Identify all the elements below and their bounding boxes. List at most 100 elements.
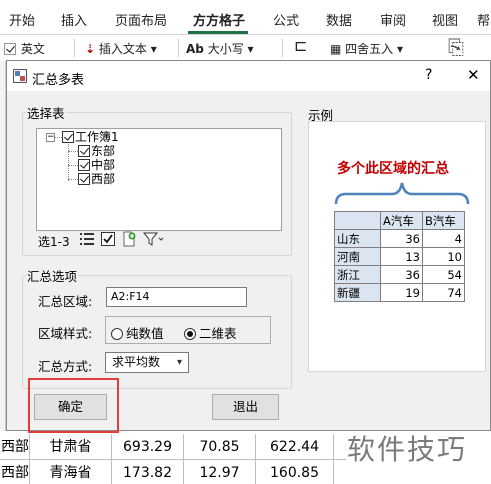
tab-home[interactable]: 开始 — [9, 10, 35, 29]
english-button[interactable]: 英文 — [4, 40, 45, 57]
exit-button[interactable]: 退出 — [212, 394, 279, 420]
cell-value[interactable]: 12.97 — [184, 460, 256, 484]
checkbox-checked-icon[interactable] — [78, 145, 90, 157]
table-row: 西部 甘肃省 693.29 70.85 622.44 — [0, 434, 346, 460]
cell-province[interactable]: 甘肃省 — [30, 434, 112, 460]
summary-dialog: 汇总多表 ? ✕ 选择表 − 工作簿1 东部 中部 西部 选1-3 汇总选项 汇… — [6, 60, 491, 433]
cell-value: 36 — [380, 229, 423, 248]
tab-data[interactable]: 数据 — [326, 10, 352, 29]
example-table: A汽车 B汽车 山东 36 4 河南 13 10 浙江 36 54 新疆 19 — [334, 211, 465, 302]
cell-value[interactable]: 622.44 — [256, 434, 334, 460]
radio-plain-values[interactable]: 纯数值 — [111, 323, 164, 342]
grid-icon: ▦ — [330, 42, 342, 56]
tree-connector — [68, 144, 69, 181]
tree-item-workbook[interactable]: 工作簿1 — [62, 130, 119, 144]
cell-value: 4 — [422, 229, 465, 248]
tab-view[interactable]: 视图 — [432, 10, 458, 29]
cell-value: 10 — [422, 247, 465, 266]
tab-formulas[interactable]: 公式 — [273, 10, 299, 29]
curly-brace-icon — [334, 182, 470, 205]
tree-item-sheet[interactable]: 东部 — [78, 144, 115, 158]
select-table-label: 选择表 — [26, 103, 66, 122]
paste-icon[interactable]: ⎘ — [448, 35, 464, 59]
options-label: 汇总选项 — [26, 266, 79, 285]
toolbar-separator — [282, 39, 283, 57]
example-panel: 多个此区域的汇总 A汽车 B汽车 山东 36 4 河南 13 10 浙江 36 — [308, 121, 486, 372]
chevron-down-icon: ▾ — [176, 357, 182, 368]
cell-region[interactable]: 西部 — [0, 434, 30, 460]
list-icon[interactable] — [79, 231, 95, 247]
header-cell: A汽车 — [380, 211, 423, 230]
checkbox-checked-icon[interactable] — [78, 173, 90, 185]
tab-page-layout[interactable]: 页面布局 — [115, 10, 167, 29]
sheet-visible-rows: 西部 甘肃省 693.29 70.85 622.44 西部 青海省 173.82… — [0, 431, 346, 484]
ok-button-highlight — [28, 378, 119, 433]
insert-text-icon: ⇣ — [85, 42, 96, 56]
row-label: 新疆 — [334, 283, 381, 302]
radio-off-icon — [111, 328, 123, 340]
radio-on-icon — [184, 328, 196, 340]
case-button[interactable]: Ab 大小写 ▾ — [186, 40, 254, 57]
cell-value: 13 — [380, 247, 423, 266]
method-label: 汇总方式: — [38, 359, 93, 374]
tree-item-sheet[interactable]: 西部 — [78, 172, 115, 186]
tab-help[interactable]: 帮 — [477, 10, 490, 29]
range-input[interactable]: A2:F14 — [106, 287, 247, 307]
cell-value: 54 — [422, 265, 465, 284]
header-cell — [334, 211, 381, 230]
toolbar-separator — [178, 39, 179, 57]
collapse-icon[interactable]: − — [46, 133, 55, 142]
tree-item-sheet[interactable]: 中部 — [78, 158, 115, 172]
watermark-text: 软件技巧 — [347, 433, 468, 466]
cell-value[interactable]: 693.29 — [112, 434, 184, 460]
cell-region[interactable]: 西部 — [0, 460, 30, 484]
toolbar-separator — [74, 39, 75, 57]
insert-text-button[interactable]: ⇣ 插入文本 ▾ — [85, 40, 157, 57]
cell-value[interactable]: 160.85 — [256, 460, 334, 484]
table-row: 西部 青海省 173.82 12.97 160.85 — [0, 460, 346, 484]
close-button[interactable]: ✕ — [467, 66, 480, 84]
table-row: 山东 36 4 — [334, 229, 465, 248]
table-header-row: A汽车 B汽车 — [334, 211, 465, 230]
checkbox-icon — [4, 43, 16, 55]
method-select[interactable]: 求平均数 ▾ — [105, 352, 189, 373]
add-sheet-icon[interactable] — [121, 231, 137, 247]
radio-2d-table[interactable]: 二维表 — [184, 323, 237, 342]
check-all-icon[interactable] — [100, 231, 116, 247]
row-label: 浙江 — [334, 265, 381, 284]
bracket-icon[interactable]: ⊏ — [294, 36, 307, 55]
cell-value[interactable]: 70.85 — [184, 434, 256, 460]
app-icon — [13, 69, 27, 83]
tab-insert[interactable]: 插入 — [61, 10, 87, 29]
help-button[interactable]: ? — [425, 67, 432, 83]
cell-province[interactable]: 青海省 — [30, 460, 112, 484]
example-caption: 多个此区域的汇总 — [337, 161, 449, 177]
cell-value[interactable]: 173.82 — [112, 460, 184, 484]
ribbon-tab-bar: 开始 插入 页面布局 方方格子 公式 数据 审阅 视图 帮 — [0, 0, 491, 35]
tab-review[interactable]: 审阅 — [380, 10, 406, 29]
checkbox-checked-icon[interactable] — [62, 131, 74, 143]
tree-connector — [68, 165, 78, 166]
cell-value: 74 — [422, 283, 465, 302]
dialog-titlebar[interactable]: 汇总多表 ? ✕ — [7, 61, 490, 91]
style-label: 区域样式: — [38, 326, 93, 341]
workbook-tree[interactable]: − 工作簿1 东部 中部 西部 — [36, 128, 282, 231]
table-row: 河南 13 10 — [334, 247, 465, 266]
dialog-title: 汇总多表 — [32, 73, 85, 88]
tree-connector — [68, 151, 78, 152]
tab-fangfang[interactable]: 方方格子 — [193, 10, 245, 29]
round-button[interactable]: ▦ 四舍五入 ▾ — [330, 40, 403, 57]
filter-icon[interactable] — [143, 231, 165, 247]
selection-count: 选1-3 — [38, 235, 70, 249]
table-row: 新疆 19 74 — [334, 283, 465, 302]
tree-connector — [68, 179, 78, 180]
header-cell: B汽车 — [422, 211, 465, 230]
cell-value: 36 — [380, 265, 423, 284]
checkbox-checked-icon[interactable] — [78, 159, 90, 171]
row-label: 河南 — [334, 247, 381, 266]
active-tab-underline — [188, 31, 248, 34]
table-row: 浙江 36 54 — [334, 265, 465, 284]
range-label: 汇总区域: — [38, 294, 93, 309]
tree-connector — [55, 137, 62, 138]
cell-value: 19 — [380, 283, 423, 302]
